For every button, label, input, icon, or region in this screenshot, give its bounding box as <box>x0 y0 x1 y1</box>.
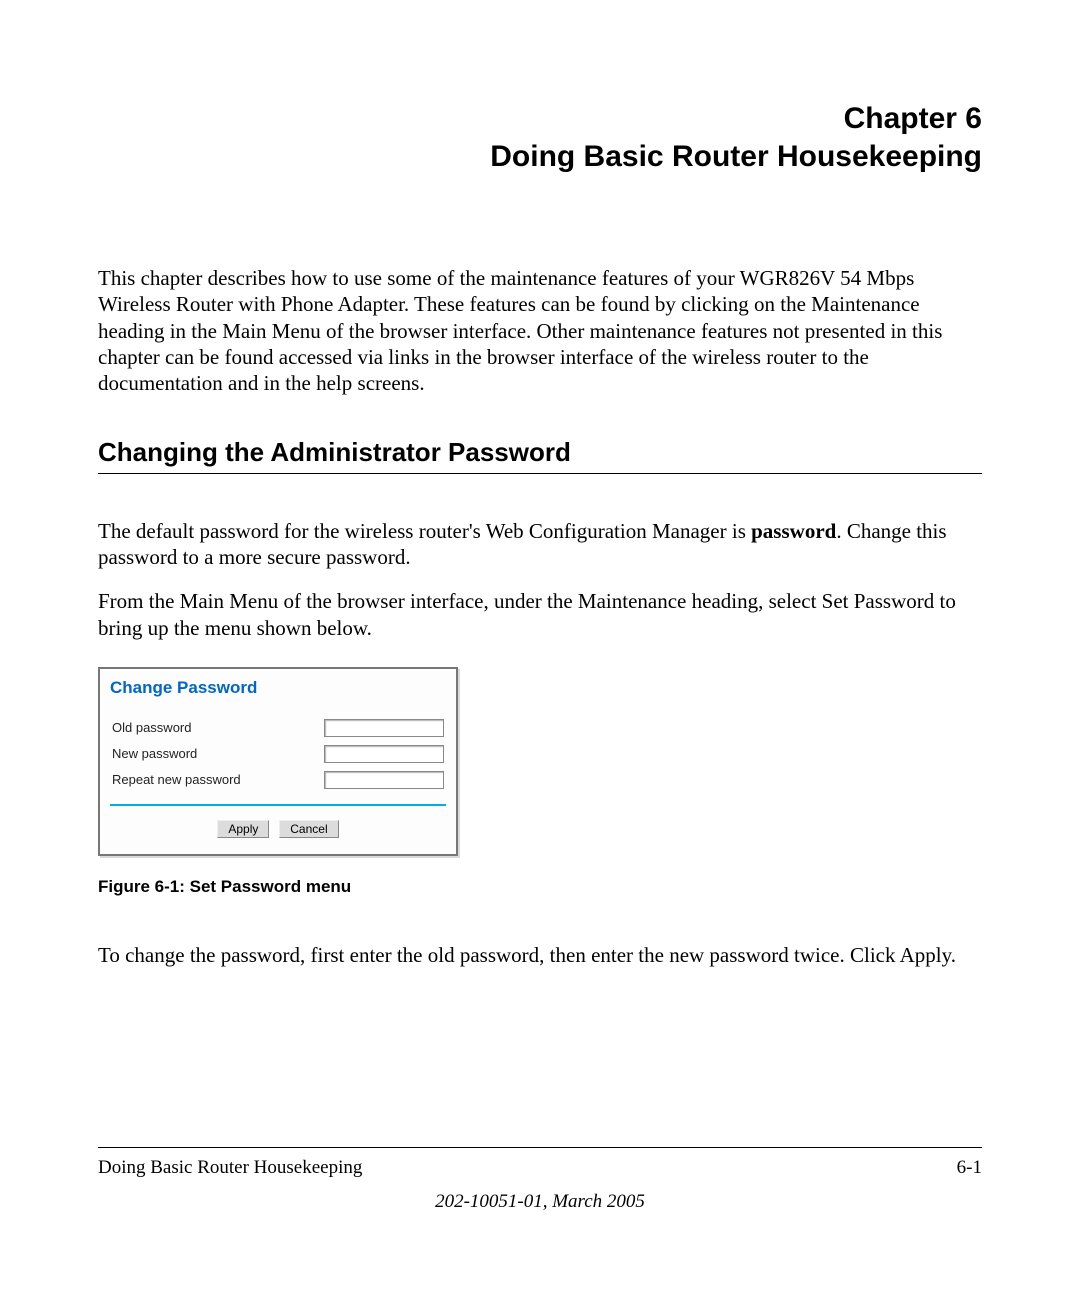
panel-title: Change Password <box>110 677 446 698</box>
figure-caption: Figure 6-1: Set Password menu <box>98 876 982 897</box>
page-footer: Doing Basic Router Housekeeping 6-1 <box>98 1147 982 1180</box>
section-paragraph-2: From the Main Menu of the browser interf… <box>98 588 982 641</box>
panel-divider <box>110 804 446 806</box>
para1-pre: The default password for the wireless ro… <box>98 519 751 543</box>
section-heading: Changing the Administrator Password <box>98 436 982 474</box>
old-password-input[interactable] <box>324 719 444 737</box>
chapter-number: Chapter 6 <box>98 100 982 138</box>
footer-rule <box>98 1147 982 1148</box>
repeat-password-input[interactable] <box>324 771 444 789</box>
para1-bold: password <box>751 519 836 543</box>
chapter-heading: Chapter 6 Doing Basic Router Housekeepin… <box>98 100 982 175</box>
document-page: Chapter 6 Doing Basic Router Housekeepin… <box>0 0 1080 968</box>
panel-button-row: Apply Cancel <box>110 814 446 844</box>
section-paragraph-1: The default password for the wireless ro… <box>98 518 982 571</box>
new-password-input[interactable] <box>324 745 444 763</box>
footer-left: Doing Basic Router Housekeeping <box>98 1156 362 1180</box>
cancel-button[interactable]: Cancel <box>279 820 338 838</box>
chapter-title: Doing Basic Router Housekeeping <box>98 138 982 176</box>
intro-paragraph: This chapter describes how to use some o… <box>98 265 982 396</box>
new-password-label: New password <box>112 742 283 766</box>
footer-right: 6-1 <box>957 1156 982 1180</box>
old-password-label: Old password <box>112 716 283 740</box>
password-form-table: Old password New password Repeat new pas… <box>110 714 446 794</box>
after-figure-paragraph: To change the password, first enter the … <box>98 942 982 968</box>
change-password-panel: Change Password Old password New passwor… <box>98 667 458 857</box>
repeat-password-label: Repeat new password <box>112 768 283 792</box>
footer-line: Doing Basic Router Housekeeping 6-1 <box>98 1156 982 1180</box>
apply-button[interactable]: Apply <box>217 820 269 838</box>
footer-docid: 202-10051-01, March 2005 <box>0 1190 1080 1214</box>
